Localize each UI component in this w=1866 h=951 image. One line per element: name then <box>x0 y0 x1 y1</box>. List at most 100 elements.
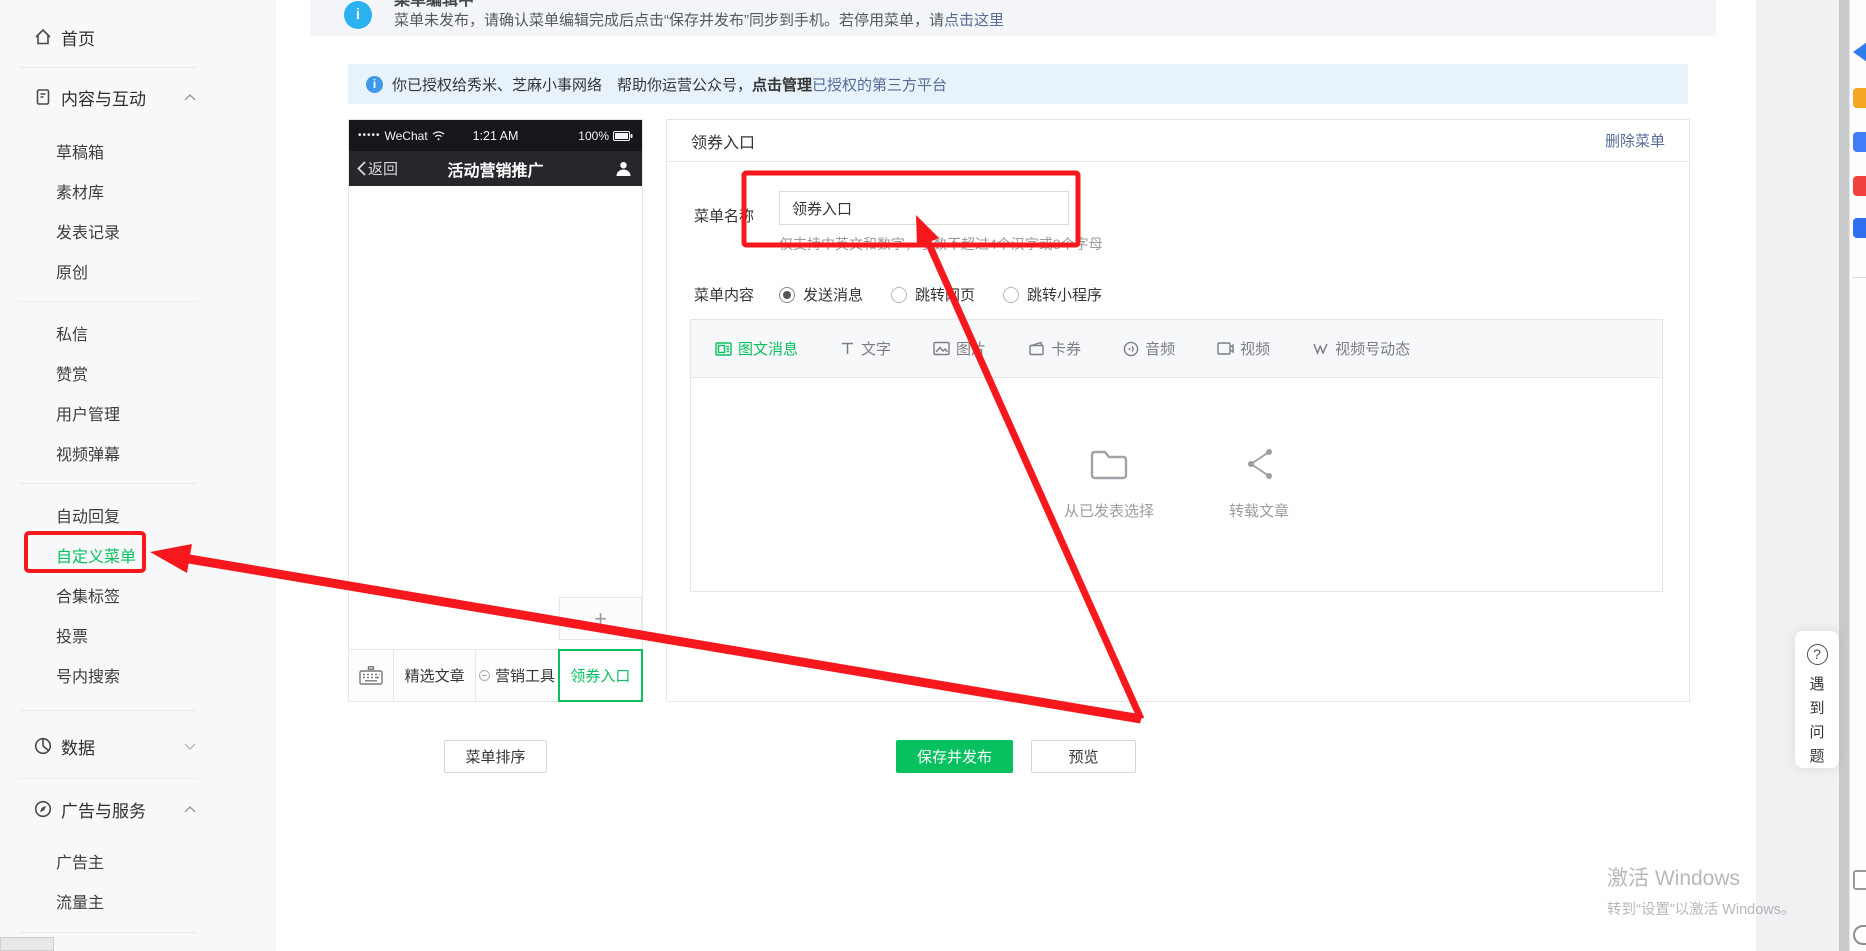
tab-coupon[interactable]: 卡券 <box>1028 338 1081 359</box>
blue-app-icon[interactable] <box>1853 132 1866 152</box>
keyboard-toggle[interactable] <box>349 650 394 701</box>
radio-jump-miniprogram[interactable]: 跳转小程序 <box>1003 284 1102 305</box>
unpublished-menu-notice: i 菜单编辑中 菜单未发布，请确认菜单编辑完成后点击“保存并发布”同步到手机。若… <box>310 0 1716 36</box>
menu-tab-label: 精选文章 <box>405 665 465 686</box>
battery-percent: 100% <box>578 129 609 143</box>
menu-tab-marketing[interactable]: 营销工具 <box>476 650 558 701</box>
back-chevron-icon <box>357 161 366 176</box>
delete-menu-link[interactable]: 删除菜单 <box>1605 130 1665 151</box>
divider <box>19 710 197 711</box>
pen-icon[interactable] <box>1853 925 1866 945</box>
phone-nav-bar: 返回 活动营销推广 <box>349 151 642 186</box>
radio-jump-webpage[interactable]: 跳转网页 <box>891 284 975 305</box>
signal-dots: ••••• <box>358 130 381 141</box>
third-party-auth-notice: i 你已授权给秀米、芝麻小事网络 帮助你运营公众号， 点击管理 已授权的第三方平… <box>348 64 1688 104</box>
sidebar-item-user-mgmt[interactable]: 用户管理 <box>0 393 276 433</box>
sidebar-item-original[interactable]: 原创 <box>0 251 276 291</box>
select-published-option[interactable]: 从已发表选择 <box>1064 444 1154 521</box>
sidebar-item-home[interactable]: 首页 <box>33 24 196 50</box>
sidebar-sublist-2: 私信 赞赏 用户管理 视频弹幕 <box>0 313 276 473</box>
content-type-tabs: 图文消息 文字 图片 卡券 音频 <box>691 320 1662 378</box>
sidebar-item-publish-history[interactable]: 发表记录 <box>0 211 276 251</box>
radio-label: 跳转网页 <box>915 284 975 305</box>
menu-name-input[interactable] <box>779 191 1069 225</box>
menu-sort-button[interactable]: 菜单排序 <box>444 740 547 773</box>
back-button[interactable]: 返回 <box>357 158 398 179</box>
phone-status-bar: ••••• WeChat 1:21 AM 100% <box>349 120 642 151</box>
tab-channels[interactable]: 视频号动态 <box>1312 338 1410 359</box>
radio-selected-icon <box>779 287 795 303</box>
help-float-button[interactable]: ? 遇到问题 <box>1795 631 1839 768</box>
coupon-icon <box>1028 341 1045 356</box>
sidebar-item-auto-reply[interactable]: 自动回复 <box>0 495 276 535</box>
menu-content-label: 菜单内容 <box>694 286 754 306</box>
radio-label: 跳转小程序 <box>1027 284 1102 305</box>
divider <box>19 67 197 68</box>
notice-message: 菜单未发布，请确认菜单编辑完成后点击“保存并发布”同步到手机。若停用菜单，请 <box>394 12 944 29</box>
sidebar-item-traffic-owner[interactable]: 流量主 <box>0 881 276 921</box>
chevron-up-icon <box>184 806 196 813</box>
orange-app-icon[interactable] <box>1853 88 1866 108</box>
tab-article[interactable]: 图文消息 <box>715 338 798 359</box>
scrollbar[interactable] <box>1839 0 1849 951</box>
sidebar-item-advertiser[interactable]: 广告主 <box>0 841 276 881</box>
tab-label: 图片 <box>956 338 986 359</box>
auth-text-bold: 点击管理 <box>752 74 812 95</box>
add-menu-button[interactable]: + <box>559 597 642 640</box>
video-icon <box>1217 341 1234 356</box>
tab-image[interactable]: 图片 <box>933 338 986 359</box>
home-icon <box>33 27 53 47</box>
audio-icon <box>1123 341 1139 357</box>
menu-tab-coupon[interactable]: 领券入口 <box>558 649 643 702</box>
sidebar-sublist-1: 草稿箱 素材库 发表记录 原创 <box>0 131 276 291</box>
tab-label: 卡券 <box>1051 338 1081 359</box>
save-publish-button[interactable]: 保存并发布 <box>896 740 1013 773</box>
divider <box>1852 277 1866 278</box>
menu-tab-featured[interactable]: 精选文章 <box>394 650 476 701</box>
carrier-label: WeChat <box>385 129 428 143</box>
tab-text[interactable]: 文字 <box>840 338 891 359</box>
divider <box>19 483 197 484</box>
message-content-card: 图文消息 文字 图片 卡券 音频 <box>690 319 1663 592</box>
content-icon <box>33 87 53 107</box>
sidebar-item-drafts[interactable]: 草稿箱 <box>0 131 276 171</box>
plus-icon: + <box>594 606 607 632</box>
stop-menu-link[interactable]: 点击这里 <box>944 12 1004 29</box>
radio-send-message[interactable]: 发送消息 <box>779 284 863 305</box>
sidebar-group-content[interactable]: 内容与互动 <box>33 81 196 113</box>
sidebar-item-private-msg[interactable]: 私信 <box>0 313 276 353</box>
red-app-icon[interactable] <box>1853 176 1866 196</box>
wechat-mp-custom-menu-page: 首页 内容与互动 草稿箱 素材库 发表记录 原创 私信 赞赏 用户管理 视频弹幕… <box>0 0 1866 951</box>
sidebar-item-video-danmu[interactable]: 视频弹幕 <box>0 433 276 473</box>
notice-text: 菜单未发布，请确认菜单编辑完成后点击“保存并发布”同步到手机。若停用菜单，请点击… <box>394 9 1004 30</box>
blue-app-2-icon[interactable] <box>1853 218 1866 238</box>
content-type-radios: 发送消息 跳转网页 跳转小程序 <box>779 284 1102 305</box>
sidebar-item-vote[interactable]: 投票 <box>0 615 276 655</box>
question-mark-icon: ? <box>1807 644 1828 665</box>
repost-article-option[interactable]: 转载文章 <box>1229 444 1289 521</box>
sidebar-item-assets[interactable]: 素材库 <box>0 171 276 211</box>
profile-icon[interactable] <box>615 160 632 177</box>
sidebar-item-account-search[interactable]: 号内搜索 <box>0 655 276 695</box>
radio-icon <box>1003 287 1019 303</box>
preview-button[interactable]: 预览 <box>1031 740 1136 773</box>
chevron-up-icon <box>184 94 196 101</box>
collapse-arrow-icon[interactable] <box>1853 42 1866 62</box>
note-icon[interactable] <box>1853 870 1866 890</box>
sidebar-group-data[interactable]: 数据 <box>33 730 196 762</box>
back-label: 返回 <box>368 158 398 179</box>
tab-label: 视频号动态 <box>1335 338 1410 359</box>
authorized-platforms-link[interactable]: 已授权的第三方平台 <box>812 74 947 95</box>
info-icon: i <box>366 76 383 93</box>
tab-video[interactable]: 视频 <box>1217 338 1270 359</box>
sidebar-item-collection-tags[interactable]: 合集标签 <box>0 575 276 615</box>
tab-label: 图文消息 <box>738 338 798 359</box>
battery-icon <box>613 131 633 141</box>
sidebar-item-reward[interactable]: 赞赏 <box>0 353 276 393</box>
sidebar-item-custom-menu[interactable]: 自定义菜单 <box>0 535 276 575</box>
radio-icon <box>891 287 907 303</box>
tab-audio[interactable]: 音频 <box>1123 338 1175 359</box>
battery-group: 100% <box>578 129 633 143</box>
sidebar-group-ads[interactable]: 广告与服务 <box>33 793 196 825</box>
menu-editor-panel: 领券入口 删除菜单 菜单名称 仅支持中英文和数字，字数不超过4个汉字或8个字母 … <box>666 119 1690 702</box>
